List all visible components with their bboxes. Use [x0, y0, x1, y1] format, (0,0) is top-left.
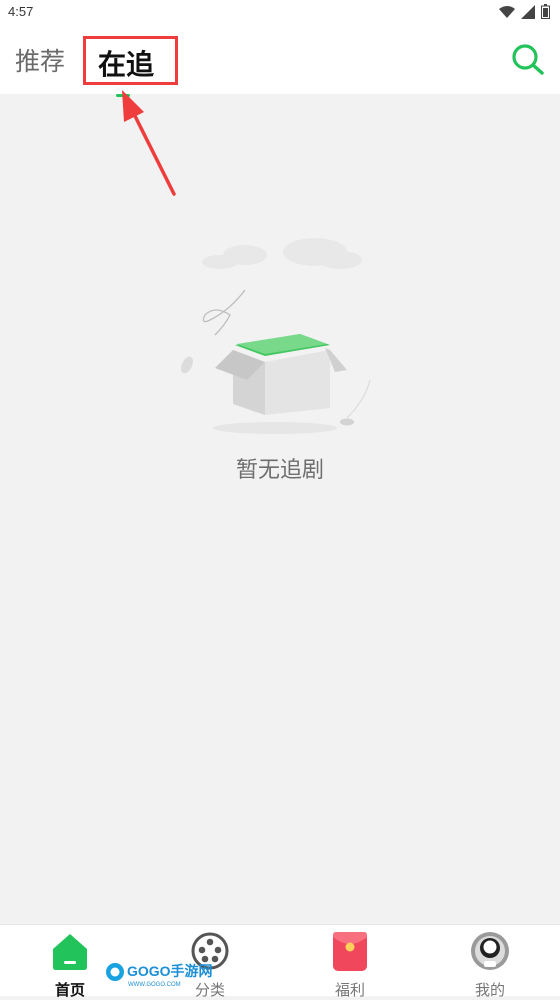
nav-label-profile: 我的 — [474, 981, 505, 999]
status-icons — [499, 4, 550, 19]
nav-label-welfare: 福利 — [334, 981, 365, 999]
bottom-nav: 首页 分类 福利 我的 — [0, 924, 560, 999]
annotation-highlight-box — [83, 36, 178, 85]
status-time: 4:57 — [8, 4, 34, 19]
empty-box-illustration — [181, 238, 371, 434]
nav-item-profile[interactable]: 我的 — [420, 929, 560, 999]
signal-icon — [521, 4, 535, 19]
nav-item-welfare[interactable]: 福利 — [280, 929, 420, 999]
search-icon[interactable] — [508, 42, 548, 78]
annotation-arrow — [122, 90, 176, 196]
battery-icon — [541, 4, 550, 19]
wifi-icon — [499, 5, 515, 18]
profile-icon — [471, 932, 509, 970]
tab-recommend[interactable]: 推荐 — [15, 42, 65, 78]
empty-state-message: 暂无追剧 — [235, 458, 324, 483]
red-envelope-icon — [333, 932, 367, 971]
svg-text:GOGO手游网: GOGO手游网 — [127, 963, 213, 979]
status-bar: 4:57 — [0, 0, 560, 24]
watermark-logo: GOGO手游网 WWW.GOGO.COM — [106, 963, 213, 988]
svg-text:WWW.GOGO.COM: WWW.GOGO.COM — [128, 982, 181, 988]
home-icon — [53, 934, 87, 970]
top-nav: 推荐 在追 — [0, 24, 560, 97]
